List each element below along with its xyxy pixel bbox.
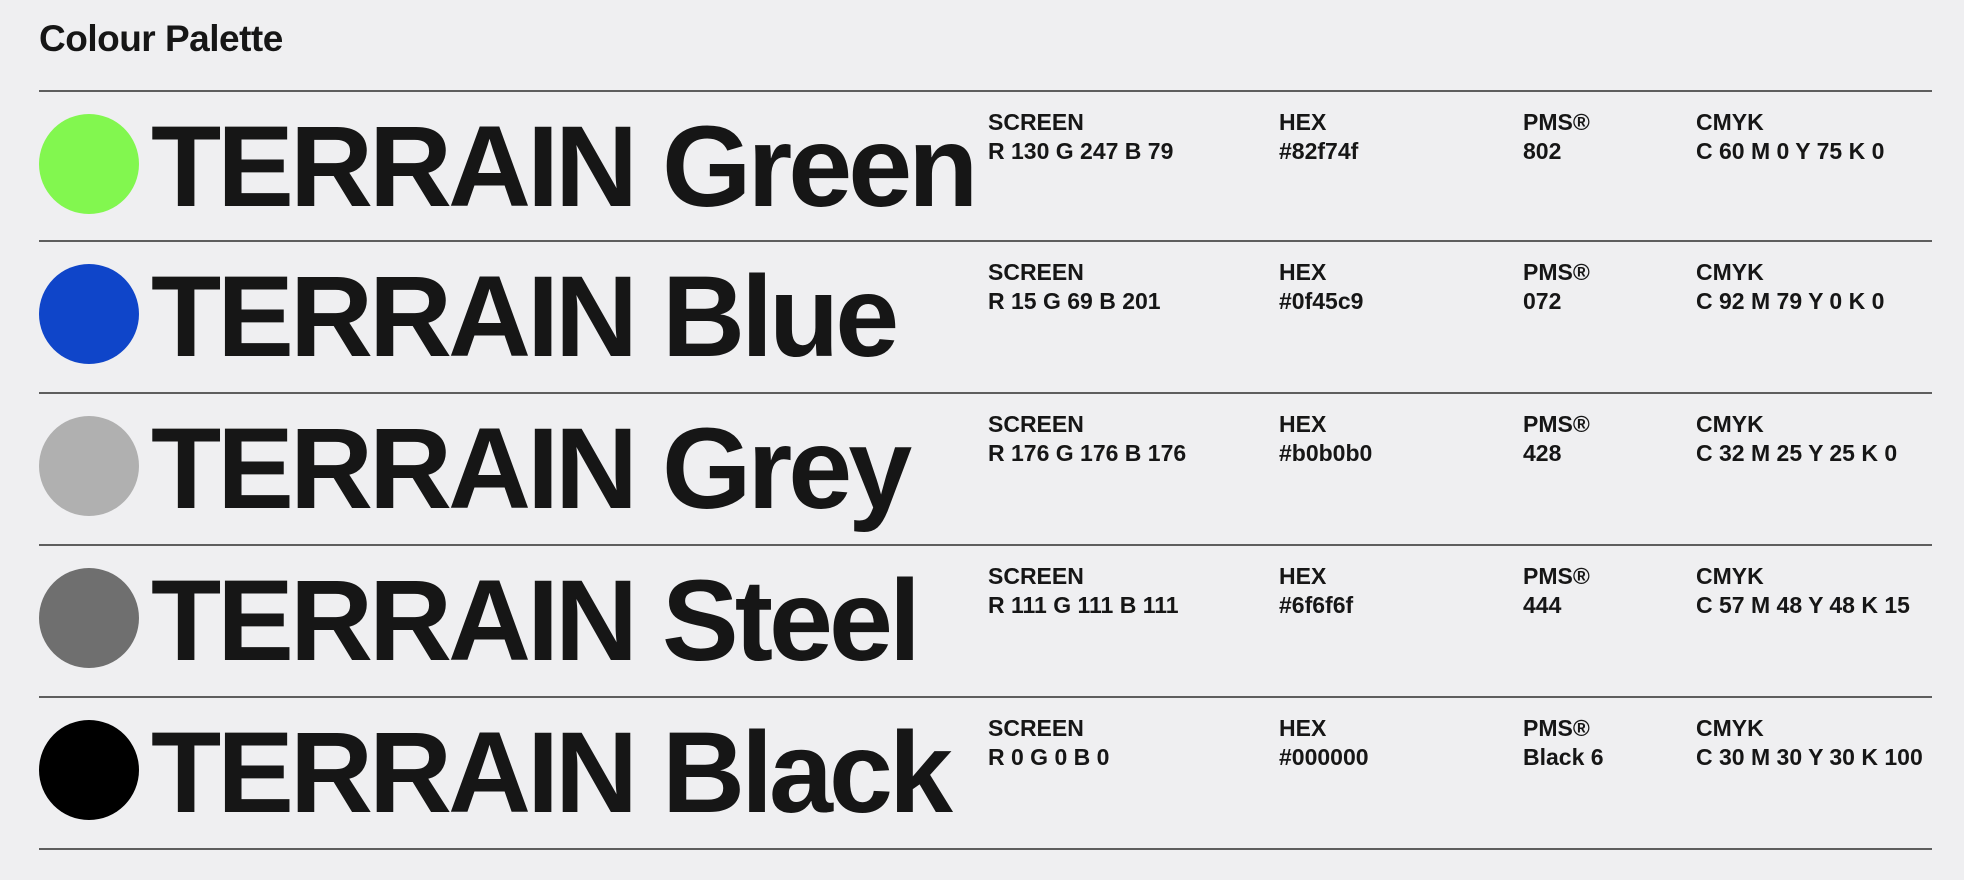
colour-name: TERRAIN Steel (151, 557, 921, 685)
cmyk-label: CMYK (1696, 109, 1764, 135)
cmyk-label: CMYK (1696, 563, 1764, 589)
hex-value: #b0b0b0 (1279, 440, 1373, 466)
screen-label: SCREEN (988, 563, 1084, 589)
colour-palette-list: TERRAIN Green SCREEN R 130 G 247 B 79 HE… (39, 90, 1932, 850)
screen-label: SCREEN (988, 715, 1084, 741)
colour-row-black: TERRAIN Black SCREEN R 0 G 0 B 0 HEX #00… (39, 698, 1932, 850)
screen-spec: SCREEN R 176 G 176 B 176 (988, 410, 1186, 468)
pms-value: 072 (1523, 288, 1562, 314)
pms-label: PMS® (1523, 715, 1590, 741)
cmyk-spec: CMYK C 57 M 48 Y 48 K 15 (1696, 562, 1910, 620)
pms-label: PMS® (1523, 259, 1590, 285)
hex-label: HEX (1279, 109, 1327, 135)
cmyk-value: C 57 M 48 Y 48 K 15 (1696, 592, 1910, 618)
screen-spec: SCREEN R 0 G 0 B 0 (988, 714, 1109, 772)
cmyk-label: CMYK (1696, 715, 1764, 741)
screen-label: SCREEN (988, 259, 1084, 285)
screen-label: SCREEN (988, 411, 1084, 437)
colour-row-blue: TERRAIN Blue SCREEN R 15 G 69 B 201 HEX … (39, 242, 1932, 394)
hex-label: HEX (1279, 411, 1327, 437)
colour-swatch (39, 720, 139, 820)
hex-value: #000000 (1279, 744, 1369, 770)
screen-spec: SCREEN R 111 G 111 B 111 (988, 562, 1179, 620)
hex-label: HEX (1279, 259, 1327, 285)
colour-row-steel: TERRAIN Steel SCREEN R 111 G 111 B 111 H… (39, 546, 1932, 698)
colour-name: TERRAIN Blue (151, 253, 899, 381)
colour-name: TERRAIN Green (151, 103, 978, 231)
colour-row-grey: TERRAIN Grey SCREEN R 176 G 176 B 176 HE… (39, 394, 1932, 546)
colour-swatch (39, 114, 139, 214)
cmyk-value: C 32 M 25 Y 25 K 0 (1696, 440, 1898, 466)
hex-spec: HEX #b0b0b0 (1279, 410, 1372, 468)
hex-label: HEX (1279, 715, 1327, 741)
hex-spec: HEX #6f6f6f (1279, 562, 1353, 620)
screen-spec: SCREEN R 130 G 247 B 79 (988, 108, 1173, 166)
cmyk-spec: CMYK C 32 M 25 Y 25 K 0 (1696, 410, 1897, 468)
colour-swatch (39, 568, 139, 668)
screen-spec: SCREEN R 15 G 69 B 201 (988, 258, 1161, 316)
pms-spec: PMS® 428 (1523, 410, 1590, 468)
hex-label: HEX (1279, 563, 1327, 589)
screen-value: R 15 G 69 B 201 (988, 288, 1161, 314)
colour-name: TERRAIN Black (151, 709, 953, 837)
cmyk-spec: CMYK C 30 M 30 Y 30 K 100 (1696, 714, 1923, 772)
colour-swatch (39, 264, 139, 364)
cmyk-label: CMYK (1696, 259, 1764, 285)
cmyk-value: C 60 M 0 Y 75 K 0 (1696, 138, 1885, 164)
pms-spec: PMS® 802 (1523, 108, 1590, 166)
pms-value: 428 (1523, 440, 1562, 466)
hex-spec: HEX #000000 (1279, 714, 1369, 772)
pms-value: Black 6 (1523, 744, 1604, 770)
screen-value: R 130 G 247 B 79 (988, 138, 1174, 164)
colour-name: TERRAIN Grey (151, 405, 912, 533)
hex-value: #0f45c9 (1279, 288, 1364, 314)
page-title: Colour Palette (39, 18, 283, 59)
cmyk-spec: CMYK C 92 M 79 Y 0 K 0 (1696, 258, 1884, 316)
pms-spec: PMS® 072 (1523, 258, 1590, 316)
pms-label: PMS® (1523, 109, 1590, 135)
screen-value: R 0 G 0 B 0 (988, 744, 1110, 770)
cmyk-label: CMYK (1696, 411, 1764, 437)
cmyk-value: C 92 M 79 Y 0 K 0 (1696, 288, 1885, 314)
pms-value: 444 (1523, 592, 1562, 618)
screen-value: R 176 G 176 B 176 (988, 440, 1187, 466)
hex-value: #82f74f (1279, 138, 1359, 164)
pms-label: PMS® (1523, 411, 1590, 437)
pms-spec: PMS® 444 (1523, 562, 1590, 620)
pms-spec: PMS® Black 6 (1523, 714, 1604, 772)
hex-value: #6f6f6f (1279, 592, 1354, 618)
cmyk-value: C 30 M 30 Y 30 K 100 (1696, 744, 1923, 770)
screen-label: SCREEN (988, 109, 1084, 135)
pms-label: PMS® (1523, 563, 1590, 589)
screen-value: R 111 G 111 B 111 (988, 592, 1179, 618)
pms-value: 802 (1523, 138, 1562, 164)
hex-spec: HEX #82f74f (1279, 108, 1358, 166)
hex-spec: HEX #0f45c9 (1279, 258, 1363, 316)
colour-row-green: TERRAIN Green SCREEN R 130 G 247 B 79 HE… (39, 92, 1932, 242)
colour-swatch (39, 416, 139, 516)
cmyk-spec: CMYK C 60 M 0 Y 75 K 0 (1696, 108, 1884, 166)
